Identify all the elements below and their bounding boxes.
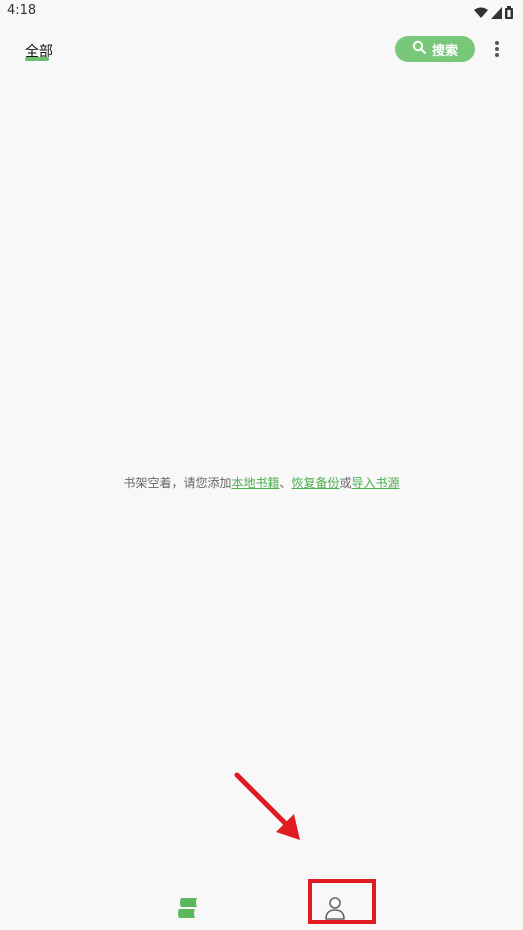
highlight-box	[308, 879, 376, 924]
bookshelf-icon	[176, 898, 200, 923]
search-label: 搜索	[431, 43, 458, 59]
signal-icon	[491, 4, 502, 23]
battery-icon	[505, 4, 513, 23]
restore-backup-link[interactable]: 恢复备份	[292, 476, 340, 490]
search-icon	[412, 40, 426, 58]
search-button[interactable]: 搜索	[395, 36, 475, 62]
separator-2: 或	[339, 476, 352, 490]
status-time: 4:18	[7, 3, 37, 18]
import-source-link[interactable]: 导入书源	[352, 476, 400, 490]
add-local-books-link[interactable]: 本地书籍	[231, 476, 279, 490]
empty-prefix: 书架空着，请您添加	[123, 476, 232, 490]
empty-bookshelf-message: 书架空着，请您添加本地书籍、恢复备份或导入书源	[0, 474, 523, 491]
nav-bookshelf[interactable]	[176, 897, 200, 919]
wifi-icon	[474, 4, 488, 23]
more-menu-button[interactable]	[488, 38, 506, 60]
more-vert-icon	[488, 41, 506, 64]
status-bar: 4:18	[0, 0, 523, 22]
separator-1: 、	[279, 476, 292, 490]
annotation-arrow-icon	[232, 770, 304, 848]
tab-indicator	[25, 57, 49, 61]
status-icons	[474, 4, 513, 23]
